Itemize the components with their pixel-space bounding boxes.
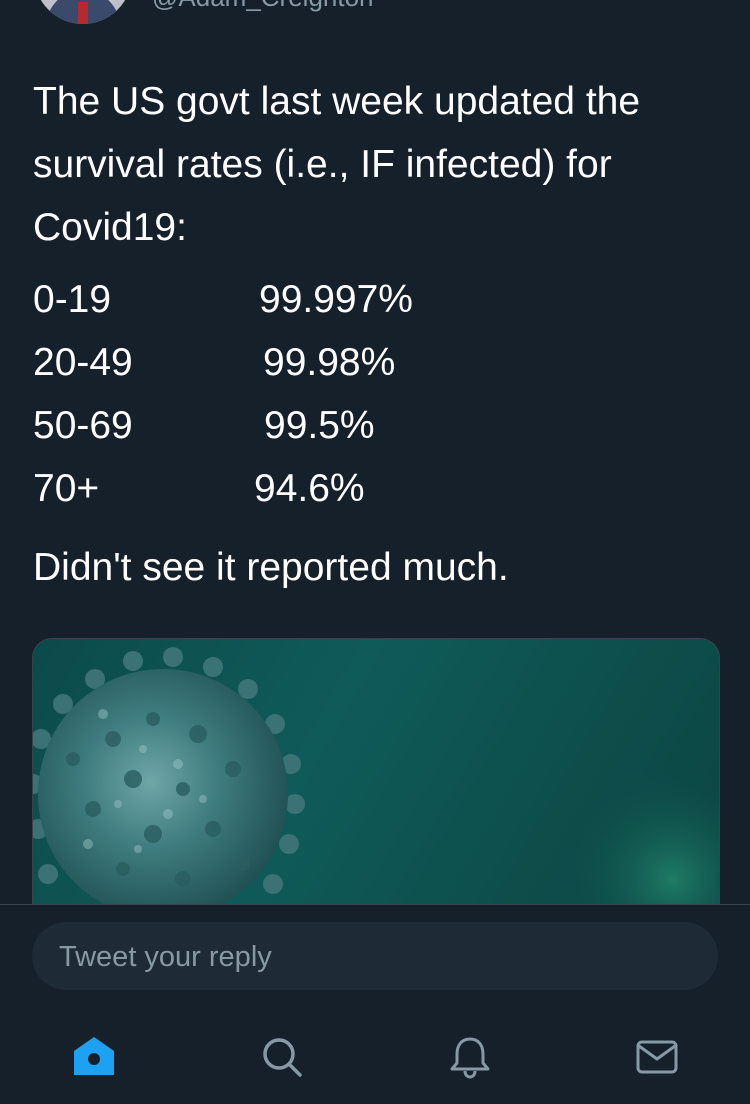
age-group: 70+ <box>33 467 100 510</box>
age-group: 20-49 <box>33 341 133 384</box>
survival-rate-row: 20-49 99.98% <box>33 331 533 394</box>
survival-rate: 99.5% <box>264 404 375 447</box>
reply-input[interactable] <box>57 922 701 992</box>
bell-icon <box>450 1037 490 1079</box>
avatar[interactable] <box>34 0 132 24</box>
reply-bar <box>0 904 750 1104</box>
survival-rates-list: 0-19 99.997% 20-49 99.98% 50-69 99.5% 70… <box>33 268 533 520</box>
avatar-tie <box>78 2 88 24</box>
search-icon <box>263 1038 302 1077</box>
survival-rate: 94.6% <box>254 467 365 510</box>
age-group: 0-19 <box>33 278 112 321</box>
survival-rate: 99.98% <box>263 341 396 384</box>
home-icon <box>74 1037 114 1075</box>
author-handle[interactable]: @Adam_Creighton <box>152 0 374 13</box>
tab-search[interactable] <box>258 1033 306 1081</box>
survival-rate: 99.997% <box>259 278 413 321</box>
tweet-intro: The US govt last week updated the surviv… <box>33 80 641 249</box>
age-group: 50-69 <box>33 404 133 447</box>
tab-home[interactable] <box>70 1033 118 1081</box>
virus-illustration <box>33 647 719 939</box>
survival-rate-row: 70+ 94.6% <box>33 457 533 520</box>
reply-box[interactable] <box>32 922 718 992</box>
tweet-media-image[interactable] <box>32 638 720 940</box>
tweet-footer: Didn't see it reported much. <box>33 546 509 589</box>
tab-notifications[interactable] <box>446 1033 494 1081</box>
tab-messages[interactable] <box>633 1033 681 1081</box>
survival-rate-row: 50-69 99.5% <box>33 394 533 457</box>
mail-icon <box>636 1040 678 1074</box>
survival-rate-row: 0-19 99.997% <box>33 268 533 331</box>
